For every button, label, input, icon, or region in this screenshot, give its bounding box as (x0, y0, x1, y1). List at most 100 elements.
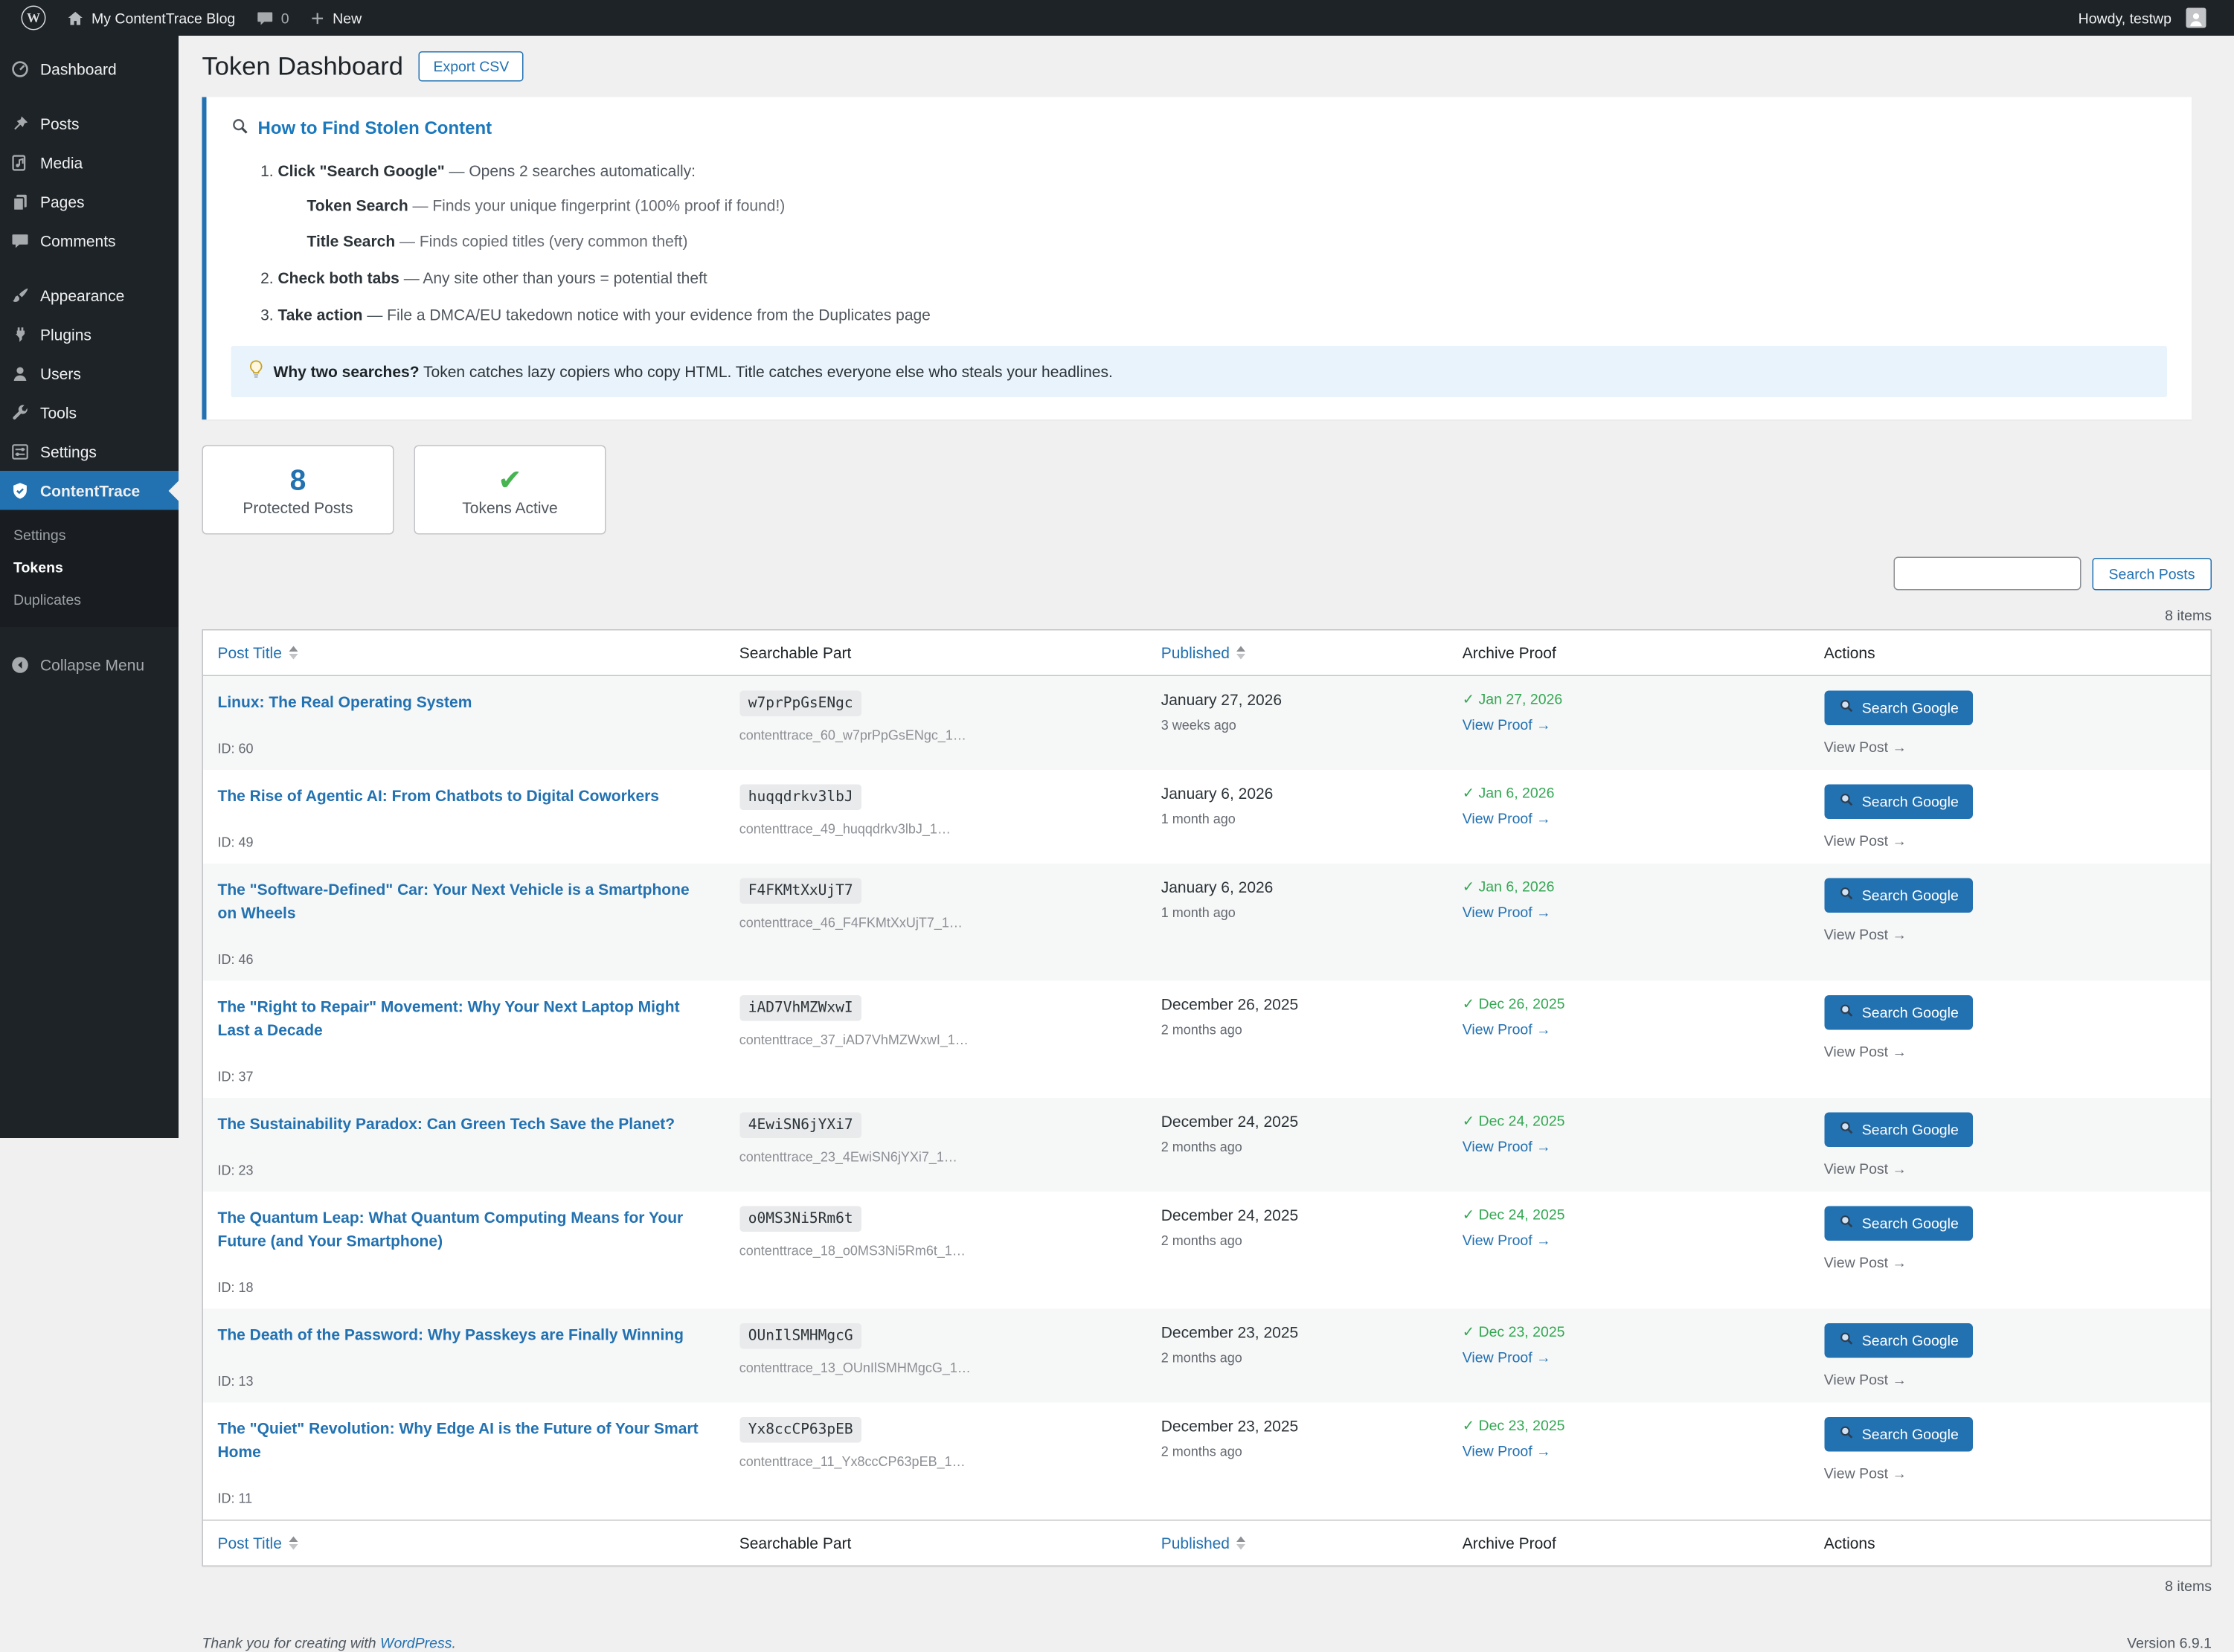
sidebar-item-users[interactable]: Users (0, 354, 179, 393)
view-post-link[interactable]: View Post → (1824, 1465, 1907, 1482)
footer-post-title[interactable]: Post Title (202, 1520, 725, 1566)
contenttrace-submenu: Settings Tokens Duplicates (0, 510, 179, 627)
submenu-item-duplicates[interactable]: Duplicates (0, 584, 179, 617)
token-chip: iAD7VhMZWxwI (739, 995, 862, 1022)
sidebar-item-plugins[interactable]: Plugins (0, 315, 179, 354)
search-google-button[interactable]: Search Google (1823, 1206, 1974, 1241)
archive-proof-cell: ✓ Jan 6, 2026 View Proof → (1448, 864, 1809, 982)
archive-proof-cell: ✓ Dec 23, 2025 View Proof → (1448, 1309, 1809, 1403)
search-google-button[interactable]: Search Google (1823, 1323, 1974, 1359)
view-post-link[interactable]: View Post → (1824, 1372, 1907, 1389)
menu-separator (0, 260, 179, 276)
search-icon (1838, 1215, 1854, 1234)
post-title-link[interactable]: The Death of the Password: Why Passkeys … (218, 1324, 710, 1348)
search-google-button[interactable]: Search Google (1823, 785, 1974, 820)
view-proof-link[interactable]: View Proof → (1463, 1139, 1551, 1156)
site-name-menu[interactable]: My ContentTrace Blog (56, 0, 245, 36)
search-icon (1838, 699, 1854, 719)
search-google-button[interactable]: Search Google (1823, 691, 1974, 726)
wordpress-link[interactable]: WordPress (380, 1635, 452, 1652)
table-row: The "Software-Defined" Car: Your Next Ve… (202, 864, 2212, 982)
view-proof-link[interactable]: View Proof → (1463, 1232, 1551, 1250)
account-menu[interactable]: Howdy, testwp (2068, 0, 2216, 36)
table-row: The Sustainability Paradox: Can Green Te… (202, 1098, 2212, 1192)
search-icon (1838, 887, 1854, 906)
search-google-button[interactable]: Search Google (1823, 1113, 1974, 1148)
view-post-link[interactable]: View Post → (1824, 1255, 1907, 1272)
sidebar-item-dashboard[interactable]: Dashboard (0, 49, 179, 89)
wordpress-admin: W My ContentTrace Blog 0 New Howdy, test… (0, 0, 2234, 1652)
collapse-menu-button[interactable]: Collapse Menu (0, 645, 179, 684)
post-title-cell: The "Quiet" Revolution: Why Edge AI is t… (202, 1403, 725, 1520)
header-archive-proof: Archive Proof (1448, 630, 1810, 677)
view-post-link[interactable]: View Post → (1824, 1161, 1907, 1178)
view-post-link[interactable]: View Post → (1824, 739, 1907, 756)
instructions-notice: How to Find Stolen Content Click "Search… (202, 97, 2192, 420)
wordpress-logo-icon: W (21, 5, 46, 30)
archive-proof-cell: ✓ Dec 26, 2025 View Proof → (1448, 981, 1809, 1099)
tokens-active-card: ✔ Tokens Active (414, 446, 606, 536)
sidebar-item-pages[interactable]: Pages (0, 182, 179, 222)
search-input[interactable] (1893, 557, 2081, 591)
search-posts-button[interactable]: Search Posts (2092, 557, 2212, 591)
view-proof-link[interactable]: View Proof → (1463, 717, 1551, 734)
header-post-title[interactable]: Post Title (202, 630, 725, 677)
sidebar-item-comments[interactable]: Comments (0, 221, 179, 260)
view-proof-link[interactable]: View Proof → (1463, 1349, 1551, 1366)
sidebar-item-contenttrace[interactable]: ContentTrace (0, 471, 179, 510)
post-title-link[interactable]: The "Software-Defined" Car: Your Next Ve… (218, 878, 710, 925)
plugin-icon (0, 324, 40, 344)
post-title-link[interactable]: The Rise of Agentic AI: From Chatbots to… (218, 785, 710, 809)
token-full-string: contenttrace_60_w7prPpGsENgc_1… (739, 727, 966, 744)
footer-searchable-part: Searchable Part (725, 1520, 1147, 1566)
search-google-button[interactable]: Search Google (1823, 995, 1974, 1031)
wordpress-logo[interactable]: W (11, 0, 56, 36)
published-relative: 2 months ago (1161, 1022, 1242, 1038)
search-google-button[interactable]: Search Google (1823, 878, 1974, 913)
sidebar-item-tools[interactable]: Tools (0, 393, 179, 432)
submenu-item-settings[interactable]: Settings (0, 519, 179, 552)
view-post-link[interactable]: View Post → (1824, 833, 1907, 850)
sidebar-item-settings[interactable]: Settings (0, 432, 179, 472)
table-row: The "Quiet" Revolution: Why Edge AI is t… (202, 1403, 2211, 1520)
table-row: The "Right to Repair" Movement: Why Your… (202, 981, 2211, 1099)
actions-cell: Search Google View Post → (1809, 864, 2211, 982)
post-id: ID: 60 (217, 741, 254, 757)
published-relative: 2 months ago (1161, 1233, 1242, 1250)
view-post-link[interactable]: View Post → (1824, 1044, 1907, 1061)
post-title-link[interactable]: The "Quiet" Revolution: Why Edge AI is t… (218, 1418, 710, 1465)
post-title-link[interactable]: The "Right to Repair" Movement: Why Your… (218, 996, 710, 1043)
search-icon (1838, 1003, 1854, 1023)
green-check-icon: ✔ (498, 463, 522, 497)
comments-menu[interactable]: 0 (245, 0, 299, 36)
token-chip: w7prPpGsENgc (739, 691, 862, 717)
view-post-link[interactable]: View Post → (1824, 927, 1907, 944)
post-title-link[interactable]: The Sustainability Paradox: Can Green Te… (218, 1113, 710, 1137)
search-google-button[interactable]: Search Google (1823, 1417, 1974, 1453)
archive-date: ✓ Dec 23, 2025 (1462, 1417, 1565, 1435)
footer-published[interactable]: Published (1146, 1520, 1448, 1566)
view-proof-link[interactable]: View Proof → (1463, 904, 1551, 922)
export-csv-button[interactable]: Export CSV (418, 51, 524, 82)
submenu-item-tokens[interactable]: Tokens (0, 551, 179, 584)
search-icon (1838, 1121, 1854, 1140)
post-title-cell: The "Software-Defined" Car: Your Next Ve… (202, 864, 725, 982)
header-published[interactable]: Published (1146, 630, 1448, 677)
post-title-link[interactable]: Linux: The Real Operating System (218, 691, 710, 715)
new-content-menu[interactable]: New (299, 0, 372, 36)
view-proof-link[interactable]: View Proof → (1463, 1021, 1551, 1038)
view-proof-link[interactable]: View Proof → (1463, 1443, 1551, 1460)
published-date: January 27, 2026 (1161, 691, 1283, 710)
published-date: January 6, 2026 (1161, 878, 1274, 897)
view-proof-link[interactable]: View Proof → (1463, 811, 1551, 828)
table-row: Linux: The Real Operating System ID: 60 … (202, 675, 2212, 771)
sidebar-item-appearance[interactable]: Appearance (0, 276, 179, 315)
post-title-link[interactable]: The Quantum Leap: What Quantum Computing… (218, 1206, 710, 1253)
sidebar-item-media[interactable]: Media (0, 143, 179, 182)
plus-icon (309, 10, 327, 27)
token-full-string: contenttrace_18_o0MS3Ni5Rm6t_1… (739, 1243, 966, 1259)
sidebar-item-posts[interactable]: Posts (0, 104, 179, 144)
searchable-part-cell: w7prPpGsENgc contenttrace_60_w7prPpGsENg… (725, 676, 1146, 771)
sort-indicator-icon (288, 1537, 298, 1551)
items-count-bottom: 8 items (2165, 1578, 2212, 1595)
